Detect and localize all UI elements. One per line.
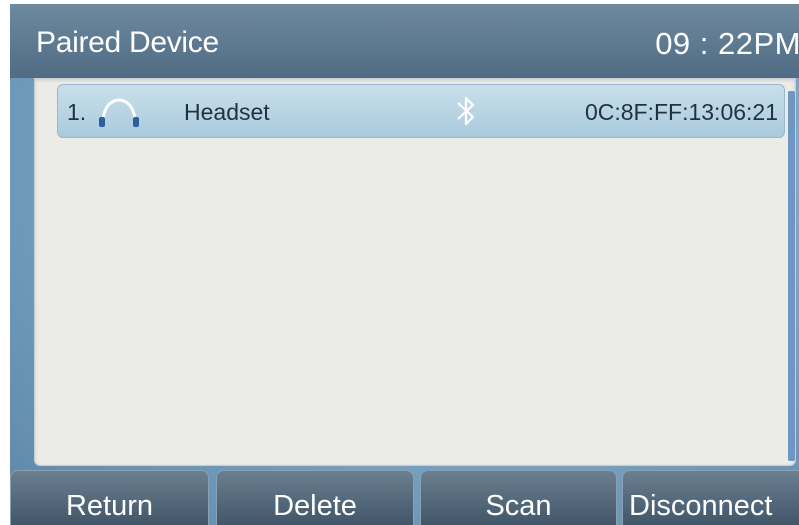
page-title: Paired Device xyxy=(36,26,219,59)
paired-device-list: 1. Headset 0C:8F:FF:13:06:21 xyxy=(34,78,796,466)
title-bar: Paired Device 09 : 22PM xyxy=(10,4,799,78)
scrollbar[interactable] xyxy=(788,91,795,461)
device-index: 1. xyxy=(67,99,87,125)
delete-button[interactable]: Delete xyxy=(216,470,414,525)
softkey-bar: Return Delete Scan Disconnect xyxy=(10,470,799,525)
device-row[interactable]: 1. Headset 0C:8F:FF:13:06:21 xyxy=(57,84,785,138)
device-name: Headset xyxy=(184,99,270,125)
bluetooth-icon xyxy=(455,94,477,128)
scan-button[interactable]: Scan xyxy=(420,470,617,525)
return-button[interactable]: Return xyxy=(10,470,209,525)
clock: 09 : 22PM xyxy=(655,26,799,61)
device-mac-address: 0C:8F:FF:13:06:21 xyxy=(584,99,778,125)
phone-screen: Paired Device 09 : 22PM 1. Headset 0C:8F… xyxy=(10,4,799,525)
headset-icon xyxy=(96,97,142,127)
disconnect-button[interactable]: Disconnect xyxy=(622,470,799,525)
